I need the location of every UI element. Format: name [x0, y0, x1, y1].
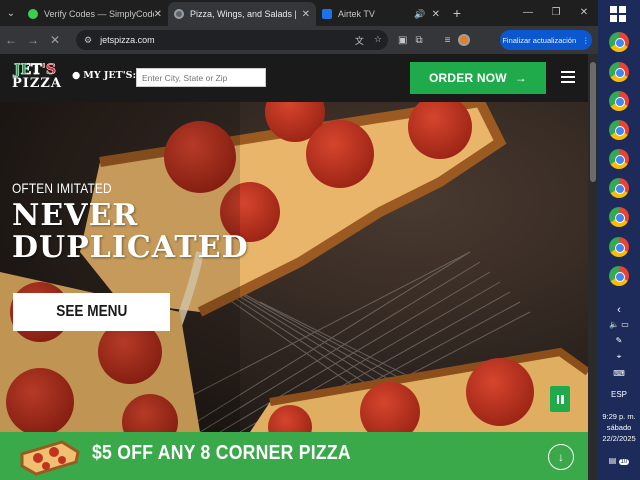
- language-indicator[interactable]: ESP: [598, 390, 640, 399]
- promo-text: $5 OFF ANY 8 CORNER PIZZA: [92, 442, 351, 464]
- address-bar[interactable]: ⚙ jetspizza.com 文 ☆: [76, 30, 388, 50]
- chrome-taskbar-icon[interactable]: [609, 120, 629, 140]
- windows-start-icon[interactable]: [610, 6, 626, 22]
- clock-day[interactable]: sábado: [598, 423, 640, 432]
- notifications-icon[interactable]: ▤ 10: [598, 456, 640, 465]
- web-page: JET'S PIZZA ● MY JET'S: ORDER NOW →: [0, 54, 588, 480]
- corner-pizza-icon: [20, 440, 80, 476]
- media-icon[interactable]: ≡: [445, 35, 451, 46]
- tab-bar: ⌄ Verify Codes — SimplyCodes ✕ Pizza, Wi…: [0, 0, 598, 26]
- hero-headline: NEVER DUPLICATED: [12, 200, 249, 264]
- show-hidden-icons[interactable]: ‹: [598, 304, 640, 316]
- pause-video-button[interactable]: [550, 386, 570, 412]
- minimize-icon[interactable]: —: [514, 0, 542, 26]
- sound-favicon-icon: [174, 9, 184, 19]
- menu-icon[interactable]: [561, 71, 575, 83]
- chrome-taskbar-icon[interactable]: [609, 62, 629, 82]
- order-now-button[interactable]: ORDER NOW →: [410, 62, 546, 94]
- headline-line-1: NEVER: [12, 198, 139, 233]
- tab-search-icon[interactable]: ⌄: [0, 0, 22, 26]
- puzzle-icon[interactable]: ⧉: [415, 35, 422, 46]
- stop-icon[interactable]: ✕: [44, 33, 66, 47]
- volume-network-icon[interactable]: 🔈 ▭: [598, 320, 640, 329]
- translate-icon[interactable]: 文: [355, 34, 364, 47]
- tab-simplycodes[interactable]: Verify Codes — SimplyCodes ✕: [22, 2, 168, 26]
- chrome-taskbar-icon[interactable]: [609, 237, 629, 257]
- site-info-icon[interactable]: ⚙: [84, 35, 92, 46]
- clock-time[interactable]: 9:29 p. m.: [598, 412, 640, 421]
- browser-window: ⌄ Verify Codes — SimplyCodes ✕ Pizza, Wi…: [0, 0, 598, 480]
- close-tab-icon[interactable]: ✕: [432, 9, 440, 20]
- notification-count: 10: [618, 459, 630, 465]
- tab-jets-pizza[interactable]: Pizza, Wings, and Salads | Jet's ✕: [168, 2, 316, 26]
- pizza-hero-image: [0, 102, 588, 432]
- jets-pizza-logo[interactable]: JET'S PIZZA: [12, 63, 61, 95]
- extension-area: ▣ ⧉ ≡: [398, 30, 471, 50]
- close-tab-icon[interactable]: ✕: [302, 9, 310, 20]
- more-vert-icon[interactable]: ⋮: [582, 36, 590, 45]
- simplycodes-favicon-icon: [28, 9, 38, 19]
- pen-icon[interactable]: ✎: [598, 336, 640, 345]
- airtek-favicon-icon: [322, 9, 332, 19]
- windows-taskbar: ‹ 🔈 ▭ ✎ ⌖ ⌨ ESP 9:29 p. m. sábado 22/2/2…: [598, 0, 640, 480]
- promo-banner[interactable]: $5 OFF ANY 8 CORNER PIZZA ↓: [0, 432, 588, 480]
- close-window-icon[interactable]: ✕: [570, 0, 598, 26]
- see-menu-button[interactable]: SEE MENU: [13, 293, 170, 331]
- forward-icon[interactable]: →: [22, 33, 44, 47]
- chrome-taskbar-icon[interactable]: [609, 178, 629, 198]
- hero-banner: OFTEN IMITATED NEVER DUPLICATED SEE MENU: [0, 102, 588, 432]
- chrome-taskbar-icon[interactable]: [609, 207, 629, 227]
- touch-keyboard-icon[interactable]: ⌖: [598, 352, 640, 362]
- arrow-down-icon[interactable]: ↓: [548, 444, 574, 470]
- location-pin-icon: ●: [72, 70, 81, 81]
- keyboard-icon[interactable]: ⌨: [598, 369, 640, 378]
- bookmark-star-icon[interactable]: ☆: [374, 34, 382, 47]
- my-jets-label: ● MY JET'S:: [72, 70, 136, 81]
- back-icon[interactable]: ←: [0, 33, 22, 47]
- site-header: JET'S PIZZA ● MY JET'S: ORDER NOW →: [0, 54, 588, 102]
- arrow-right-icon: →: [514, 71, 527, 85]
- scrollbar-thumb[interactable]: [590, 62, 596, 182]
- window-controls: — ❐ ✕: [514, 0, 598, 26]
- tab-airtek-tv[interactable]: Airtek TV 🔊 ✕: [316, 2, 446, 26]
- page-scrollbar[interactable]: [588, 54, 598, 480]
- chrome-taskbar-icon[interactable]: [609, 149, 629, 169]
- update-button[interactable]: Finalizar actualización ⋮: [500, 30, 592, 50]
- hero-eyebrow: OFTEN IMITATED: [12, 180, 112, 196]
- clock-date[interactable]: 22/2/2025: [598, 434, 640, 443]
- extension-icon[interactable]: ▣: [398, 35, 407, 46]
- new-tab-icon[interactable]: +: [446, 5, 468, 21]
- chrome-taskbar-icon[interactable]: [609, 32, 629, 52]
- chrome-taskbar-icon[interactable]: [609, 91, 629, 111]
- profile-avatar[interactable]: [458, 34, 471, 46]
- speaker-icon[interactable]: 🔊: [414, 9, 425, 20]
- location-input[interactable]: [136, 68, 266, 87]
- chat-icon: ▤: [608, 456, 617, 465]
- chrome-taskbar-icon[interactable]: [609, 266, 629, 286]
- headline-line-2: DUPLICATED: [12, 230, 249, 265]
- close-tab-icon[interactable]: ✕: [154, 9, 162, 20]
- hero-text: OFTEN IMITATED NEVER DUPLICATED: [12, 180, 249, 264]
- restore-icon[interactable]: ❐: [542, 0, 570, 26]
